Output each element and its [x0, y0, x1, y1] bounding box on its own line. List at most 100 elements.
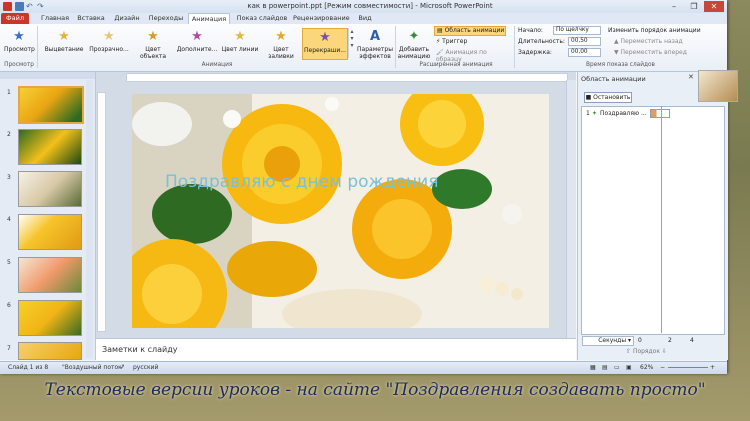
- timeline-tick-4: 4: [690, 337, 694, 344]
- trigger-button[interactable]: ⚡ Триггер: [436, 38, 504, 45]
- status-theme: "Воздушный поток": [62, 364, 125, 371]
- animation-timing-bar[interactable]: [650, 109, 670, 118]
- animation-item-label[interactable]: Поздравляю ...: [600, 110, 647, 117]
- effect-label: Цвет линии: [221, 46, 259, 53]
- normal-view-icon[interactable]: ▦: [590, 364, 596, 371]
- tab-review[interactable]: Рецензирование: [293, 13, 350, 24]
- animation-pane-label: Область анимации: [444, 27, 505, 34]
- thumbnail-number: 4: [7, 216, 11, 223]
- close-button[interactable]: ✕: [704, 1, 724, 12]
- reading-view-icon[interactable]: ▭: [614, 364, 620, 371]
- tab-home[interactable]: Главная: [40, 13, 70, 24]
- thumbnail-number: 1: [7, 89, 11, 96]
- timeline-tick-2: 2: [668, 337, 672, 344]
- undo-icon[interactable]: ↶: [26, 2, 35, 11]
- effect-transparency[interactable]: ★ Прозрачно...: [88, 28, 130, 58]
- effect-fade[interactable]: ★ Выцветание: [42, 28, 86, 58]
- reorder-title: Изменить порядок анимации: [608, 27, 701, 34]
- zoom-in-icon[interactable]: +: [710, 364, 715, 371]
- effect-object-color[interactable]: ★ Цвет объекта: [132, 28, 174, 60]
- effect-label: Перекраши...: [304, 47, 346, 54]
- editor-scrollbar[interactable]: [566, 80, 576, 338]
- move-later-button[interactable]: ▼ Переместить вперед: [614, 49, 687, 56]
- ribbon: ★ Просмотр Просмотр ★ Выцветание ★ Прозрач…: [0, 24, 727, 72]
- move-earlier-label: Переместить назад: [620, 38, 683, 45]
- start-label: Начало:: [518, 27, 543, 34]
- sorter-view-icon[interactable]: ▤: [602, 364, 608, 371]
- line-color-star-icon: ★: [234, 29, 246, 44]
- transparency-star-icon: ★: [103, 29, 115, 44]
- tab-design[interactable]: Дизайн: [112, 13, 142, 24]
- thumbnail-slide-5[interactable]: [18, 257, 82, 293]
- book-logo-image: [698, 70, 738, 102]
- thumbnail-slide-4[interactable]: [18, 214, 82, 250]
- preview-button[interactable]: ★ Просмотр: [4, 28, 35, 58]
- effect-complementary[interactable]: ★ Дополните...: [176, 28, 218, 58]
- redo-icon[interactable]: ↷: [37, 2, 46, 11]
- animation-item-number: 1: [586, 110, 590, 117]
- zoom-slider[interactable]: [668, 367, 708, 368]
- save-icon[interactable]: [15, 2, 24, 11]
- window-title: как в powerpoint.ppt [Режим совместимост…: [247, 2, 493, 10]
- animation-pane-close-icon[interactable]: ✕: [688, 73, 694, 81]
- slide-canvas[interactable]: [132, 94, 549, 328]
- minimize-button[interactable]: –: [664, 1, 684, 12]
- roses-background-image: [132, 94, 549, 328]
- add-animation-button[interactable]: ✦ Добавить анимацию: [397, 28, 431, 60]
- zoom-level[interactable]: 62%: [640, 364, 653, 371]
- group-animation-label: Анимация: [201, 62, 233, 68]
- reorder-control[interactable]: ⇧ Порядок ⇩: [626, 348, 667, 355]
- group-timing-label: Время показа слайдов: [586, 62, 655, 68]
- status-bar: Слайд 1 из 8 "Воздушный поток" ✓ русский…: [0, 361, 727, 374]
- recolor-star-icon: ★: [319, 30, 331, 45]
- timeline-marker: [661, 106, 662, 333]
- spellcheck-icon[interactable]: ✓: [120, 364, 125, 371]
- status-language[interactable]: русский: [133, 364, 158, 371]
- effect-line-color[interactable]: ★ Цвет линии: [220, 28, 260, 58]
- delay-input[interactable]: 00,00: [568, 48, 601, 57]
- stop-button[interactable]: ■ Остановить: [584, 92, 632, 103]
- reorder-label: Порядок: [632, 348, 660, 355]
- group-advanced-label: Расширенная анимация: [419, 62, 493, 68]
- seconds-dropdown[interactable]: Секунды ▾: [582, 336, 634, 346]
- effect-label: Цвет заливки: [268, 46, 294, 60]
- thumbnail-number: 7: [7, 345, 11, 352]
- thumbnail-slide-1[interactable]: [18, 86, 84, 124]
- object-color-star-icon: ★: [147, 29, 159, 44]
- title-bar: ↶ ↷ как в powerpoint.ppt [Режим совмести…: [0, 0, 727, 13]
- start-select[interactable]: По щелчку: [553, 26, 601, 35]
- duration-input[interactable]: 00,50: [568, 37, 601, 46]
- animation-pane-button[interactable]: ▤ Область анимации: [434, 26, 506, 36]
- effect-label: Прозрачно...: [89, 46, 129, 53]
- thumbnail-slide-6[interactable]: [18, 300, 82, 336]
- maximize-button[interactable]: ❐: [684, 1, 704, 12]
- effect-options-label: Параметры эффектов: [357, 46, 393, 60]
- tab-file[interactable]: Файл: [1, 13, 29, 24]
- slide-title-text[interactable]: Поздравляю с днем рождения: [165, 172, 545, 192]
- slideshow-view-icon[interactable]: ▣: [626, 364, 632, 371]
- move-earlier-button[interactable]: ▲ Переместить назад: [614, 38, 683, 45]
- powerpoint-logo-icon: [3, 2, 12, 11]
- gallery-scroll[interactable]: ▴ ▾ ▾: [348, 28, 355, 58]
- caption-banner: Текстовые версии уроков - на сайте "Позд…: [44, 380, 706, 400]
- divider: [514, 26, 515, 68]
- tab-insert[interactable]: Вставка: [76, 13, 106, 24]
- animation-painter-button[interactable]: 🖌 Анимация по образцу: [436, 49, 512, 63]
- thumbnail-slide-7[interactable]: [18, 342, 82, 360]
- thumbnail-number: 2: [7, 131, 11, 138]
- thumbnails-scrollbar[interactable]: [86, 80, 93, 358]
- effect-fill-color[interactable]: ★ Цвет заливки: [261, 28, 301, 60]
- tab-view[interactable]: Вид: [355, 13, 375, 24]
- effect-recolor[interactable]: ★ Перекраши...: [302, 28, 348, 60]
- thumbnail-slide-3[interactable]: [18, 171, 82, 207]
- vertical-ruler: [97, 92, 106, 332]
- tab-slide-show[interactable]: Показ слайдов: [236, 13, 288, 24]
- notes-pane[interactable]: Заметки к слайду: [96, 338, 576, 361]
- divider: [37, 26, 38, 68]
- animation-list: [581, 106, 725, 335]
- effect-options-button[interactable]: A Параметры эффектов: [356, 28, 394, 60]
- effect-label: Выцветание: [44, 46, 84, 53]
- thumbnail-slide-2[interactable]: [18, 129, 82, 165]
- zoom-out-icon[interactable]: −: [660, 364, 665, 371]
- tab-transitions[interactable]: Переходы: [148, 13, 184, 24]
